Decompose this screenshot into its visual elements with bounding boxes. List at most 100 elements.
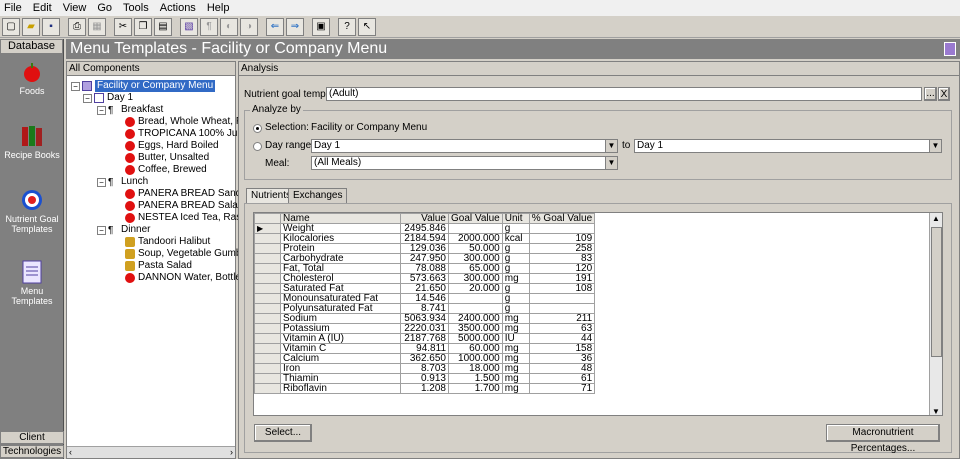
row-indicator[interactable]	[254, 343, 281, 354]
table-row[interactable]: Cholesterol 573.663 300.000 mg 191	[254, 273, 596, 284]
row-indicator[interactable]	[254, 273, 281, 284]
row-indicator[interactable]	[254, 293, 281, 304]
tree-item-recipe[interactable]: Tandoori Halibut	[125, 236, 210, 248]
table-row[interactable]: Monounsaturated Fat 14.546 g	[254, 293, 596, 304]
sidebar-item-foods[interactable]: Foods	[0, 60, 64, 118]
selection-radio[interactable]	[253, 124, 262, 133]
row-indicator[interactable]	[254, 373, 281, 384]
sidebar-header[interactable]: Database	[0, 39, 63, 54]
tree-item-root[interactable]: − Facility or Company Menu	[71, 80, 216, 92]
column-header-pct-goal[interactable]: % Goal Value	[528, 213, 596, 224]
sidebar-item-nutrient-goal-templates[interactable]: Nutrient Goal Templates	[0, 188, 64, 246]
day-from-select[interactable]: Day 1 ▼	[311, 139, 618, 153]
tree-item-meal[interactable]: − ¶ Dinner	[97, 224, 150, 236]
tree-horizontal-scrollbar[interactable]: ‹ ›	[67, 446, 235, 458]
chevron-down-icon[interactable]: ▼	[605, 140, 617, 152]
table-row[interactable]: Iron 8.703 18.000 mg 48	[254, 363, 596, 374]
table-row[interactable]: Potassium 2220.031 3500.000 mg 63	[254, 323, 596, 334]
copy-icon[interactable]: ❐	[134, 17, 152, 36]
tree-item-recipe[interactable]: Soup, Vegetable Gumbo	[125, 248, 247, 260]
tree-item-food[interactable]: PANERA BREAD Sandwic	[125, 188, 256, 200]
back-icon[interactable]: ⇐	[266, 17, 284, 36]
menu-file[interactable]: File	[4, 2, 22, 14]
menu-actions[interactable]: Actions	[160, 2, 196, 14]
save-icon[interactable]: ▪	[42, 17, 60, 36]
table-row[interactable]: Riboflavin 1.208 1.700 mg 71	[254, 383, 596, 394]
day-range-radio[interactable]	[253, 142, 262, 151]
table-row[interactable]: Polyunsaturated Fat 8.741 g	[254, 303, 596, 314]
row-indicator[interactable]	[254, 333, 281, 344]
table-row[interactable]: Thiamin 0.913 1.500 mg 61	[254, 373, 596, 384]
row-indicator[interactable]	[254, 253, 281, 264]
tree-item-food[interactable]: NESTEA Iced Tea, Raspb	[125, 212, 252, 224]
tree-item-meal[interactable]: − ¶ Breakfast	[97, 104, 163, 116]
table-row[interactable]: Calcium 362.650 1000.000 mg 36	[254, 353, 596, 364]
chevron-down-icon[interactable]: ▼	[605, 157, 617, 169]
context-help-icon[interactable]: ↖	[358, 17, 376, 36]
forward-icon[interactable]: ⇒	[286, 17, 304, 36]
template-field[interactable]: (Adult)	[326, 87, 922, 101]
row-indicator[interactable]	[254, 323, 281, 334]
collapse-icon[interactable]: −	[97, 225, 106, 235]
menu-tools[interactable]: Tools	[123, 2, 149, 14]
meal-select[interactable]: (All Meals) ▼	[311, 156, 618, 170]
help-icon[interactable]: ?	[338, 17, 356, 36]
tree-item-food[interactable]: DANNON Water, Bottled	[125, 272, 247, 284]
column-header-goal-value[interactable]: Goal Value	[448, 213, 503, 224]
scroll-right-icon[interactable]: ›	[230, 447, 233, 457]
collapse-icon[interactable]: −	[71, 81, 80, 91]
row-indicator[interactable]	[254, 363, 281, 374]
day-to-select[interactable]: Day 1 ▼	[634, 139, 942, 153]
collapse-icon[interactable]: −	[97, 105, 106, 115]
chevron-down-icon[interactable]: ▼	[929, 140, 941, 152]
tree-item-recipe[interactable]: Pasta Salad	[125, 260, 192, 272]
properties-icon[interactable]: ▣	[312, 17, 330, 36]
column-header-unit[interactable]: Unit	[501, 213, 530, 224]
scroll-up-icon[interactable]: ▲	[932, 214, 940, 223]
row-indicator[interactable]	[254, 313, 281, 324]
print-icon[interactable]: ⎙	[68, 17, 86, 36]
tree-item-food[interactable]: Eggs, Hard Boiled	[125, 140, 219, 152]
paste-icon[interactable]: ▤	[154, 17, 172, 36]
new-icon[interactable]: ▢	[2, 17, 20, 36]
menu-go[interactable]: Go	[97, 2, 112, 14]
grid-vertical-scrollbar[interactable]: ▲ ▼	[929, 213, 942, 415]
tree-item-day[interactable]: − Day 1	[83, 92, 133, 104]
row-indicator[interactable]	[254, 283, 281, 294]
sidebar-footer-client[interactable]: Client	[0, 431, 64, 444]
row-indicator[interactable]	[254, 353, 281, 364]
row-indicator[interactable]	[254, 303, 281, 314]
row-indicator[interactable]	[254, 233, 281, 244]
table-row[interactable]: ▶ Weight 2495.846 g	[254, 223, 596, 234]
scroll-thumb[interactable]	[931, 227, 942, 357]
template-clear-button[interactable]: X	[938, 87, 950, 101]
tree-item-food[interactable]: Butter, Unsalted	[125, 152, 209, 164]
row-indicator[interactable]	[254, 383, 281, 394]
table-row[interactable]: Protein 129.036 50.000 g 258	[254, 243, 596, 254]
row-indicator[interactable]	[254, 263, 281, 274]
scroll-down-icon[interactable]: ▼	[932, 407, 940, 415]
collapse-icon[interactable]: −	[97, 177, 106, 187]
table-row[interactable]: Fat, Total 78.088 65.000 g 120	[254, 263, 596, 274]
cut-icon[interactable]: ✂	[114, 17, 132, 36]
table-row[interactable]: Carbohydrate 247.950 300.000 g 83	[254, 253, 596, 264]
collapse-icon[interactable]: −	[83, 93, 92, 103]
tree-item-food[interactable]: TROPICANA 100% Juice,	[125, 128, 253, 140]
table-row[interactable]: Kilocalories 2184.594 2000.000 kcal 109	[254, 233, 596, 244]
open-icon[interactable]: ▰	[22, 17, 40, 36]
report-icon[interactable]: ▧	[180, 17, 198, 36]
table-row[interactable]: Vitamin A (IU) 2187.768 5000.000 IU 44	[254, 333, 596, 344]
sidebar-footer-technologies[interactable]: Technologies	[0, 445, 64, 458]
food-icon[interactable]: ◑	[240, 17, 258, 36]
print-preview-icon[interactable]: ▦	[88, 17, 106, 36]
select-button[interactable]: Select...	[254, 424, 312, 442]
recipe-icon[interactable]: ◐	[220, 17, 238, 36]
template-browse-button[interactable]: ...	[924, 87, 937, 101]
tree-item-food[interactable]: Coffee, Brewed	[125, 164, 207, 176]
menu-edit[interactable]: Edit	[33, 2, 52, 14]
table-row[interactable]: Sodium 5063.934 2400.000 mg 211	[254, 313, 596, 324]
sidebar-item-recipe-books[interactable]: Recipe Books	[0, 124, 64, 182]
macronutrient-percentages-button[interactable]: Macronutrient Percentages...	[826, 424, 940, 454]
tab-exchanges[interactable]: Exchanges	[288, 188, 348, 203]
tree-item-food[interactable]: PANERA BREAD Salad, A	[125, 200, 255, 212]
